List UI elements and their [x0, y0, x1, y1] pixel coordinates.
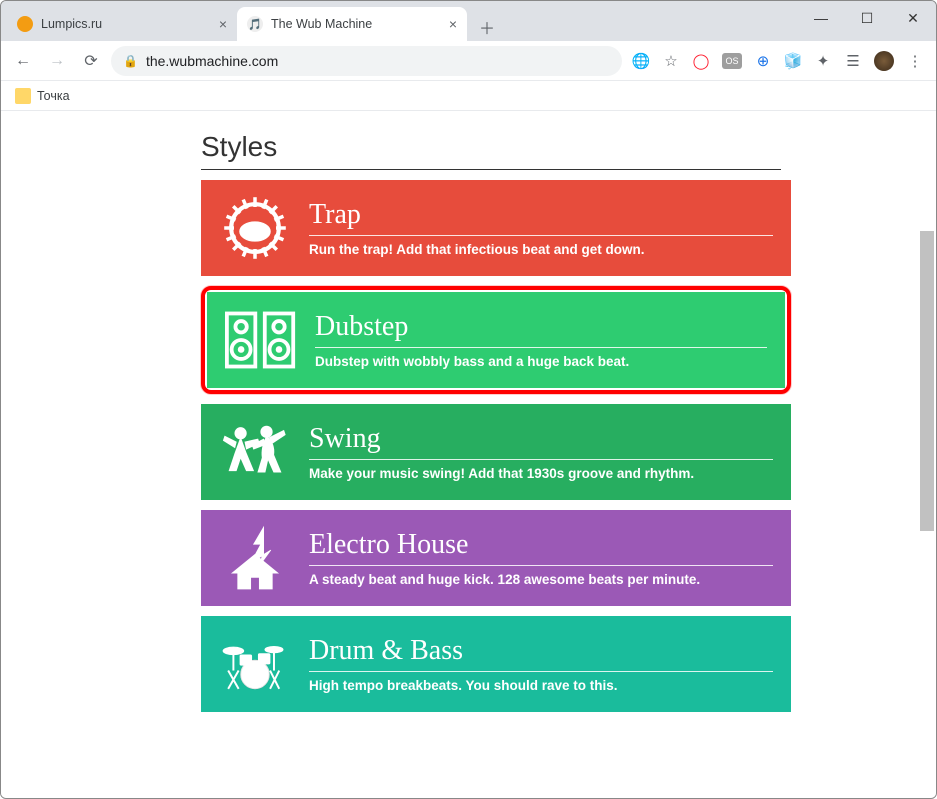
- cube-icon[interactable]: 🧊: [784, 52, 802, 70]
- style-description: Dubstep with wobbly bass and a huge back…: [315, 354, 767, 369]
- section-title: Styles: [201, 131, 936, 163]
- style-card-drum-bass[interactable]: Drum & Bass High tempo breakbeats. You sh…: [201, 616, 791, 712]
- style-card-trap[interactable]: Trap Run the trap! Add that infectious be…: [201, 180, 791, 276]
- ext-box-icon[interactable]: OS: [722, 53, 742, 69]
- style-card-dubstep[interactable]: Dubstep Dubstep with wobbly bass and a hu…: [207, 292, 785, 388]
- page-content: Styles Trap Run the trap! Add that infect…: [1, 111, 936, 718]
- folder-icon: [15, 88, 31, 104]
- translate-icon[interactable]: 🌐: [632, 52, 650, 70]
- style-name: Trap: [309, 199, 773, 231]
- style-name: Drum & Bass: [309, 635, 773, 667]
- trap-icon: [219, 192, 291, 264]
- style-text: Trap Run the trap! Add that infectious be…: [309, 199, 773, 257]
- titlebar: Lumpics.ru × 🎵 The Wub Machine × ＋ ― ☐ ✕: [1, 1, 936, 41]
- lock-icon: 🔒: [123, 54, 138, 68]
- divider: [315, 347, 767, 348]
- house-icon: [219, 522, 291, 594]
- extensions-group: 🌐 ☆ ◯ OS ⊕ 🧊 ✦ ☰ ⋮: [628, 51, 928, 71]
- style-card-electro-house[interactable]: Electro House A steady beat and huge kick…: [201, 510, 791, 606]
- divider: [309, 235, 773, 236]
- tab-title: The Wub Machine: [271, 17, 441, 31]
- reload-button[interactable]: ⟳: [77, 47, 105, 75]
- window-controls: ― ☐ ✕: [798, 1, 936, 35]
- speakers-icon: [225, 304, 297, 376]
- style-description: Make your music swing! Add that 1930s gr…: [309, 466, 773, 481]
- style-text: Dubstep Dubstep with wobbly bass and a hu…: [315, 311, 767, 369]
- drumkit-icon: [219, 628, 291, 700]
- opera-icon[interactable]: ◯: [692, 52, 710, 70]
- style-name: Swing: [309, 423, 773, 455]
- tab-title: Lumpics.ru: [41, 17, 211, 31]
- style-description: High tempo breakbeats. You should rave t…: [309, 678, 773, 693]
- style-description: Run the trap! Add that infectious beat a…: [309, 242, 773, 257]
- style-text: Electro House A steady beat and huge kick…: [309, 529, 773, 587]
- back-button[interactable]: ←: [9, 47, 37, 75]
- address-bar[interactable]: 🔒 the.wubmachine.com: [111, 46, 622, 76]
- bookmark-item[interactable]: Точка: [37, 89, 70, 103]
- url-text: the.wubmachine.com: [146, 53, 278, 69]
- puzzle-icon[interactable]: ✦: [814, 52, 832, 70]
- tabstrip: Lumpics.ru × 🎵 The Wub Machine × ＋: [7, 7, 501, 41]
- divider: [309, 671, 773, 672]
- dancers-icon: [219, 416, 291, 488]
- minimize-button[interactable]: ―: [798, 1, 844, 35]
- scrollbar[interactable]: [920, 231, 934, 531]
- divider: [309, 459, 773, 460]
- globe-icon[interactable]: ⊕: [754, 52, 772, 70]
- style-description: A steady beat and huge kick. 128 awesome…: [309, 572, 773, 587]
- tab-lumpics[interactable]: Lumpics.ru ×: [7, 7, 237, 41]
- menu-icon[interactable]: ⋮: [906, 52, 924, 70]
- styles-list: Trap Run the trap! Add that infectious be…: [201, 180, 791, 712]
- new-tab-button[interactable]: ＋: [473, 13, 501, 41]
- style-text: Drum & Bass High tempo breakbeats. You sh…: [309, 635, 773, 693]
- divider: [309, 565, 773, 566]
- title-divider: [201, 169, 781, 170]
- browser-window: Lumpics.ru × 🎵 The Wub Machine × ＋ ― ☐ ✕…: [0, 0, 937, 799]
- page-viewport: Styles Trap Run the trap! Add that infect…: [1, 111, 936, 798]
- forward-button[interactable]: →: [43, 47, 71, 75]
- reading-list-icon[interactable]: ☰: [844, 52, 862, 70]
- avatar-icon[interactable]: [874, 51, 894, 71]
- favicon-icon: 🎵: [247, 16, 263, 32]
- bookmarks-bar: Точка: [1, 81, 936, 111]
- style-text: Swing Make your music swing! Add that 193…: [309, 423, 773, 481]
- style-name: Electro House: [309, 529, 773, 561]
- highlight-frame: Dubstep Dubstep with wobbly bass and a hu…: [201, 286, 791, 394]
- close-icon[interactable]: ×: [449, 16, 457, 32]
- close-button[interactable]: ✕: [890, 1, 936, 35]
- tab-wubmachine[interactable]: 🎵 The Wub Machine ×: [237, 7, 467, 41]
- star-icon[interactable]: ☆: [662, 52, 680, 70]
- toolbar: ← → ⟳ 🔒 the.wubmachine.com 🌐 ☆ ◯ OS ⊕ 🧊 …: [1, 41, 936, 81]
- favicon-icon: [17, 16, 33, 32]
- close-icon[interactable]: ×: [219, 16, 227, 32]
- style-name: Dubstep: [315, 311, 767, 343]
- maximize-button[interactable]: ☐: [844, 1, 890, 35]
- style-card-swing[interactable]: Swing Make your music swing! Add that 193…: [201, 404, 791, 500]
